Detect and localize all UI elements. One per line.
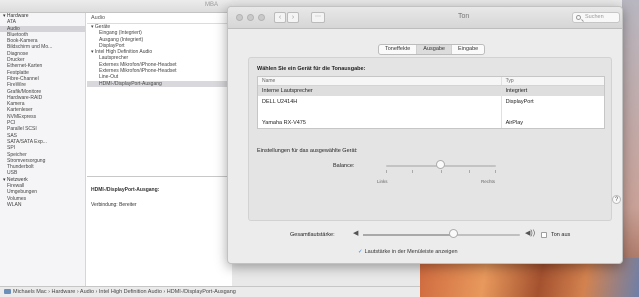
sysinfo-detail-line: Verbindung: Bereiter <box>91 202 137 208</box>
search-icon <box>576 15 581 20</box>
speaker-high-icon: ◀)) <box>525 230 536 237</box>
sysinfo-window-title: MBA <box>205 2 219 8</box>
device-name: Interne Lautsprecher <box>258 86 502 96</box>
breadcrumb-text: Michaels Mac › Hardware › Audio › Intel … <box>13 289 236 295</box>
table-row[interactable] <box>258 108 604 118</box>
checkmark-icon: ✓ <box>358 249 363 255</box>
sound-tabs: Toneffekte Ausgabe Eingabe <box>378 44 486 55</box>
output-volume-knob[interactable] <box>449 229 459 238</box>
sysinfo-column-header[interactable]: Audio <box>87 13 232 24</box>
balance-tick <box>441 170 442 173</box>
balance-left-label: Links <box>377 179 388 184</box>
sound-titlebar[interactable]: ‹ › ⋯ Ton Suchen <box>228 7 622 29</box>
desktop-wallpaper-right <box>622 0 639 297</box>
column-header-name[interactable]: Name <box>258 77 502 85</box>
zoom-button[interactable] <box>258 14 265 21</box>
balance-tick <box>412 170 413 173</box>
show-all-grid-button[interactable]: ⋯ <box>311 12 325 23</box>
sysinfo-device-tree: Audio ▾ Geräte Eingang (Integriert) Ausgan… <box>87 13 232 173</box>
sysinfo-titlebar[interactable]: MBA <box>0 0 232 13</box>
device-type <box>502 108 604 118</box>
mute-label: Ton aus <box>551 232 571 238</box>
sysinfo-detail: HDMI-/DisplayPort-Ausgang: Verbindung: B… <box>91 187 159 208</box>
back-button[interactable]: ‹ <box>274 12 286 23</box>
volume-fill <box>363 234 455 236</box>
search-field[interactable]: Suchen <box>572 12 620 23</box>
sysinfo-splitter[interactable] <box>87 176 232 177</box>
output-panel: Wählen Sie ein Gerät für die Tonausgabe:… <box>248 57 612 221</box>
sysinfo-sidebar: ▾ Hardware ATA Audio Bluetooth Book-Kamera Bi… <box>0 13 86 286</box>
column-header-type[interactable]: Typ <box>502 77 604 85</box>
help-button[interactable]: ? <box>612 195 621 204</box>
sound-preferences-window: ‹ › ⋯ Ton Suchen Toneffekte Ausgabe Eing… <box>227 6 623 264</box>
computer-icon <box>4 289 11 294</box>
sysinfo-content: Audio ▾ Geräte Eingang (Integriert) Ausgan… <box>87 13 232 286</box>
sound-window-title: Ton <box>458 13 470 20</box>
mute-checkbox[interactable] <box>541 232 547 238</box>
device-settings-label: Einstellungen für das ausgewählte Gerät: <box>257 148 358 154</box>
tab-sound-effects[interactable]: Toneffekte <box>379 45 418 54</box>
balance-right-label: Rechts <box>481 179 496 184</box>
table-row[interactable]: DELL U2414H DisplayPort <box>258 96 604 108</box>
device-name: DELL U2414H <box>258 96 502 108</box>
sysinfo-detail-title: HDMI-/DisplayPort-Ausgang: <box>91 187 160 193</box>
forward-button[interactable]: › <box>287 12 299 23</box>
show-volume-in-menubar-label: Lautstärke in der Menüleiste anzeigen <box>364 249 458 255</box>
desktop: MBA ▾ Hardware ATA Audio Bluetooth Book-Kame… <box>0 0 639 297</box>
balance-tick <box>469 170 470 173</box>
table-row[interactable]: Interne Lautsprecher Integriert <box>258 86 604 96</box>
close-button[interactable] <box>236 14 243 21</box>
tree-item[interactable]: HDMI-/DisplayPort-Ausgang <box>87 80 232 87</box>
output-device-table: Name Typ Interne Lautsprecher Integriert… <box>257 76 605 129</box>
balance-tick <box>495 170 496 173</box>
sidebar-item[interactable]: WLAN <box>0 202 85 208</box>
table-row[interactable]: Yamaha RX-V475 AirPlay <box>258 118 604 128</box>
speaker-low-icon: ◀ <box>353 230 359 237</box>
balance-slider-knob[interactable] <box>436 160 445 169</box>
tab-output[interactable]: Ausgabe <box>417 45 452 54</box>
show-volume-in-menubar-checkbox[interactable]: ✓ Lautstärke in der Menüleiste anzeigen <box>358 249 458 255</box>
balance-tick <box>386 170 387 173</box>
breadcrumb: Michaels Mac › Hardware › Audio › Intel … <box>0 286 420 297</box>
output-heading: Wählen Sie ein Gerät für die Tonausgabe: <box>257 66 366 72</box>
device-type: AirPlay <box>505 120 523 126</box>
output-volume-label: Gesamtlautstärke: <box>290 232 335 238</box>
device-type: Integriert <box>505 88 528 94</box>
table-header: Name Typ <box>258 77 604 86</box>
output-volume-slider-track[interactable] <box>363 234 520 236</box>
device-name <box>258 108 502 118</box>
search-placeholder: Suchen <box>585 14 604 20</box>
device-type: DisplayPort <box>505 99 534 105</box>
balance-label: Balance: <box>333 163 355 169</box>
device-name: Yamaha RX-V475 <box>258 118 502 128</box>
tab-input[interactable]: Eingabe <box>452 45 484 54</box>
minimize-button[interactable] <box>247 14 254 21</box>
system-information-window: MBA ▾ Hardware ATA Audio Bluetooth Book-Kame… <box>0 0 232 297</box>
